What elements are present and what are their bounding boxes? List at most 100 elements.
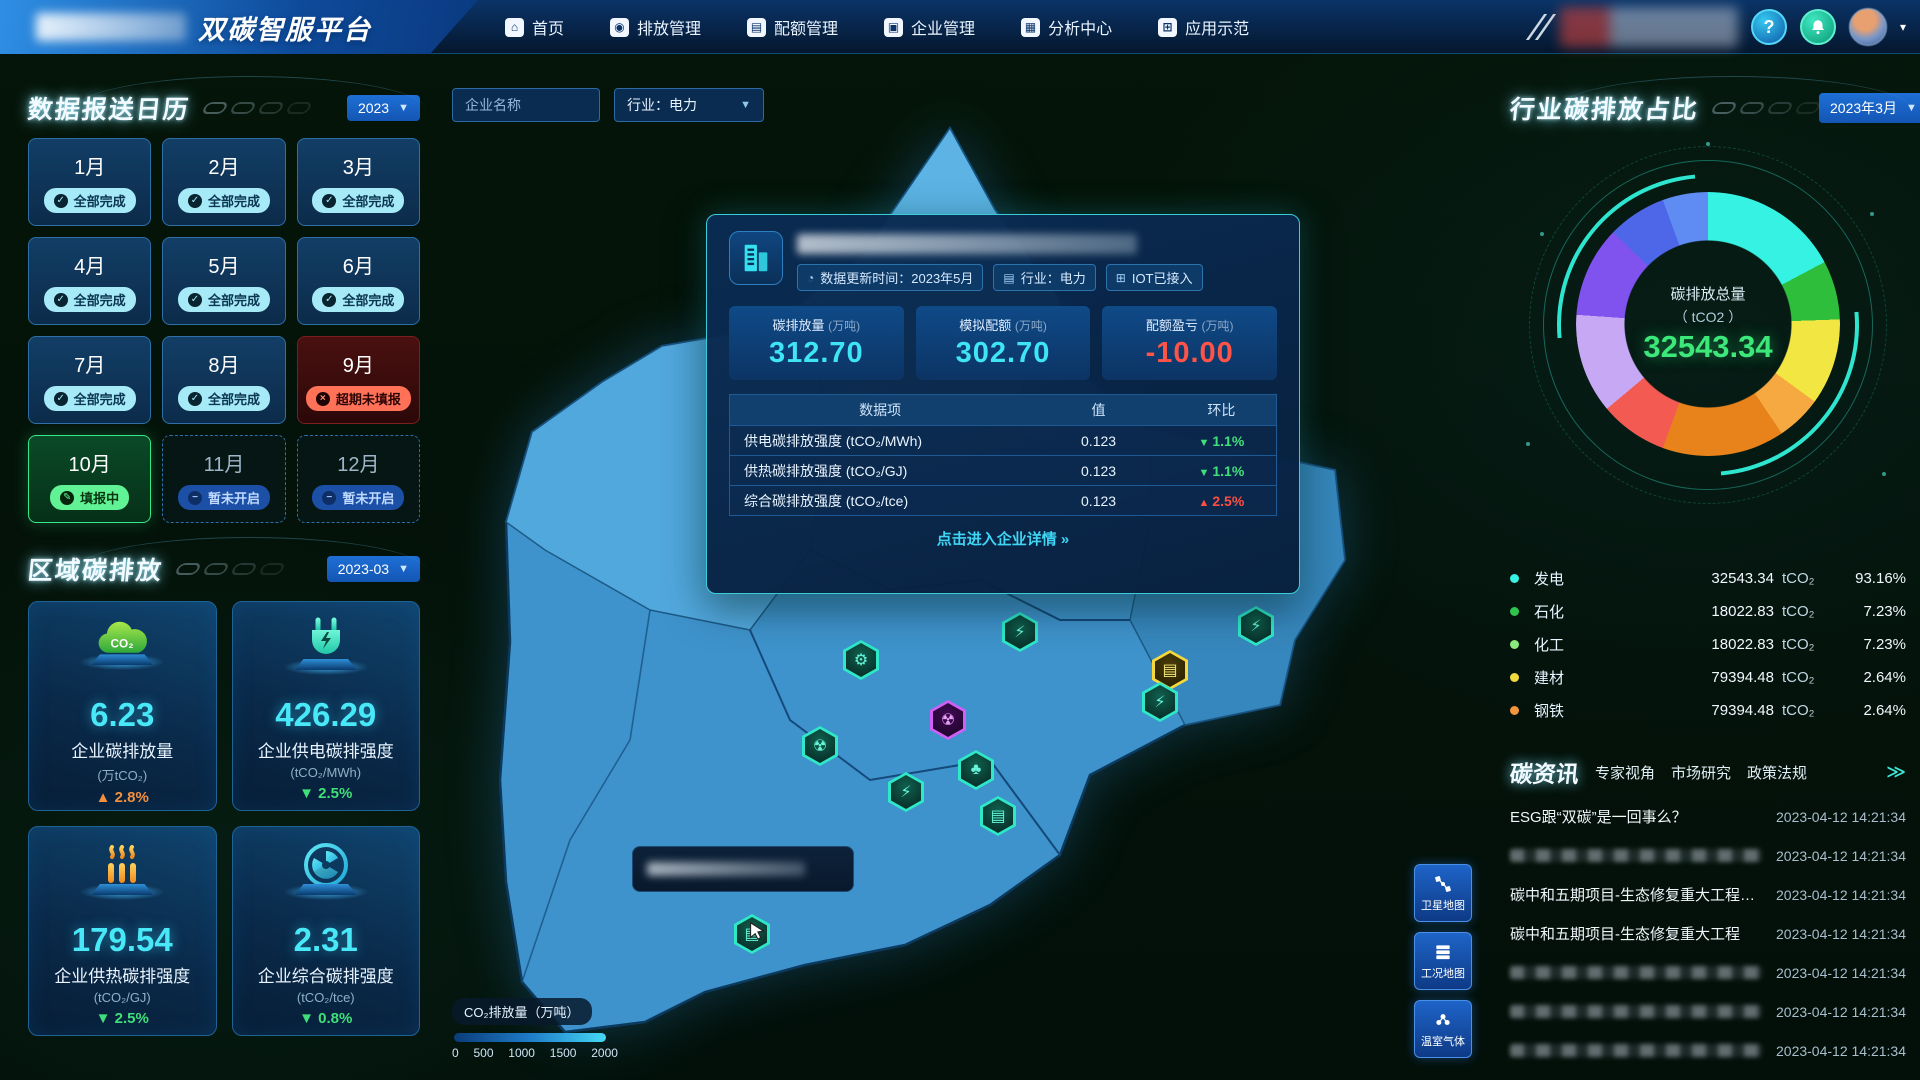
legend-industry-name: 石化	[1534, 601, 1612, 622]
legend-unit: tCO₂	[1774, 603, 1830, 620]
month-label: 9月	[343, 349, 374, 378]
calendar-month-card[interactable]: 1月 ✓ 全部完成	[28, 138, 151, 226]
status-icon: ✓	[188, 392, 202, 406]
region-title: 区域碳排放	[26, 551, 165, 587]
notification-button[interactable]	[1800, 9, 1836, 45]
nav-item-emission[interactable]: ◉ 排放管理	[610, 15, 701, 39]
map-enterprise-marker[interactable]: ☢	[802, 726, 838, 766]
calendar-month-card[interactable]: 6月 ✓ 全部完成	[297, 237, 420, 325]
row-trend: ▼1.1%	[1167, 463, 1276, 479]
map-enterprise-marker[interactable]: ⚙	[843, 640, 879, 680]
calendar-month-card[interactable]: 9月 × 超期未填报	[297, 336, 420, 424]
user-avatar[interactable]	[1849, 8, 1887, 46]
status-icon: −	[322, 491, 336, 505]
industry-filter-select[interactable]: 行业：电力 ▼	[614, 88, 764, 122]
status-icon: ✓	[54, 293, 68, 307]
status-text: 全部完成	[208, 389, 260, 408]
calendar-month-card[interactable]: 7月 ✓ 全部完成	[28, 336, 151, 424]
news-list: ESG跟“双碳”是一回事么？ 2023-04-12 14:21:34 2023-…	[1510, 797, 1906, 1070]
calendar-month-card[interactable]: 10月 ✎ 填报中	[28, 435, 151, 523]
industry-icon: ▤	[1003, 271, 1014, 285]
layer-button-greenhouse-gas[interactable]: 温室气体	[1414, 1000, 1472, 1058]
iot-icon: ⊞	[1116, 271, 1126, 285]
calendar-month-card[interactable]: 4月 ✓ 全部完成	[28, 237, 151, 325]
stat-unit: (tCO₂/MWh)	[290, 765, 361, 780]
icon-pedestal	[80, 654, 164, 670]
news-item[interactable]: 2023-04-12 14:21:34	[1510, 836, 1906, 875]
nav-item-home[interactable]: ⌂ 首页	[505, 15, 564, 39]
legend-row: 化工 18022.83 tCO₂ 7.23%	[1510, 628, 1906, 661]
news-tab-market[interactable]: 市场研究	[1671, 762, 1731, 783]
month-status-badge: − 暂未开启	[312, 485, 404, 510]
legend-label: CO₂排放量（万吨）	[452, 998, 592, 1025]
month-status-badge: ✓ 全部完成	[44, 287, 136, 312]
news-item[interactable]: 碳中和五期项目-生态修复重大工程… 2023-04-12 14:21:34	[1510, 875, 1906, 914]
map-enterprise-marker[interactable]: ⚡	[1238, 606, 1274, 646]
calendar-month-card[interactable]: 11月 − 暂未开启	[162, 435, 285, 523]
calendar-month-card[interactable]: 12月 − 暂未开启	[297, 435, 420, 523]
calendar-month-card[interactable]: 5月 ✓ 全部完成	[162, 237, 285, 325]
news-item[interactable]: 2023-04-12 14:21:34	[1510, 1031, 1906, 1070]
news-item-time: 2023-04-12 14:21:34	[1776, 848, 1906, 864]
news-tab-policy[interactable]: 政策法规	[1747, 762, 1807, 783]
map-enterprise-marker[interactable]: ☢	[930, 700, 966, 740]
nav-item-analysis[interactable]: ▦ 分析中心	[1021, 15, 1112, 39]
status-icon: ✓	[322, 194, 336, 208]
enterprise-detail-link[interactable]: 点击进入企业详情 »	[729, 528, 1277, 549]
news-item-time: 2023-04-12 14:21:34	[1776, 887, 1906, 903]
marker-glyph-icon: ⚡	[1014, 622, 1025, 642]
satellite-icon	[1433, 874, 1453, 894]
news-item[interactable]: 2023-04-12 14:21:34	[1510, 992, 1906, 1031]
status-text: 暂未开启	[208, 488, 260, 507]
trend-arrow-icon: ▲	[1198, 497, 1209, 509]
map-enterprise-marker[interactable]: ♣	[958, 750, 994, 790]
help-button[interactable]: ?	[1751, 9, 1787, 45]
nav-item-enterprise[interactable]: ▣ 企业管理	[884, 15, 975, 39]
legend-value: 79394.48	[1612, 669, 1774, 686]
legend-industry-name: 发电	[1534, 568, 1612, 589]
calendar-month-card[interactable]: 3月 ✓ 全部完成	[297, 138, 420, 226]
map-enterprise-marker[interactable]: ⚡	[1002, 612, 1038, 652]
stat-value: 426.29	[275, 696, 376, 734]
stat-label: 企业综合碳排强度	[258, 962, 394, 987]
legend-value: 79394.48	[1612, 702, 1774, 719]
redacted-news-title	[1510, 1005, 1762, 1018]
company-search-input[interactable]	[452, 88, 600, 122]
status-text: 全部完成	[74, 389, 126, 408]
legend-row: 钢铁 79394.48 tCO₂ 2.64%	[1510, 694, 1906, 727]
status-icon: ✓	[54, 194, 68, 208]
metric-surplus: 配额盈亏 (万吨) -10.00	[1102, 306, 1277, 380]
news-item[interactable]: ESG跟“双碳”是一回事么？ 2023-04-12 14:21:34	[1510, 797, 1906, 836]
news-item[interactable]: 2023-04-12 14:21:34	[1510, 953, 1906, 992]
legend-value: 32543.34	[1612, 570, 1774, 587]
slash-decoration	[1529, 14, 1547, 40]
user-menu-caret[interactable]: ▾	[1900, 20, 1906, 34]
layer-button-industry-status[interactable]: 工况地图	[1414, 932, 1472, 990]
calendar-month-card[interactable]: 2月 ✓ 全部完成	[162, 138, 285, 226]
calendar-year-select[interactable]: 2023 ▼	[347, 95, 420, 121]
nav-item-quota[interactable]: ▤ 配额管理	[747, 15, 838, 39]
calendar-header: 数据报送日历 2023 ▼	[28, 88, 420, 128]
calendar-month-card[interactable]: 8月 ✓ 全部完成	[162, 336, 285, 424]
news-tab-expert[interactable]: 专家视角	[1595, 762, 1655, 783]
news-more-arrow-icon[interactable]: ≫	[1886, 761, 1906, 784]
layer-button-satellite[interactable]: 卫星地图	[1414, 864, 1472, 922]
row-trend: ▼1.1%	[1167, 433, 1276, 449]
popup-tags: ◔ 数据更新时间：2023年5月 ▤ 行业：电力 ⊞ IOT已接入	[797, 264, 1203, 291]
map-enterprise-marker[interactable]: ▤	[980, 796, 1016, 836]
industry-month-select[interactable]: 2023年3月 ▼	[1819, 93, 1920, 123]
news-item[interactable]: 碳中和五期项目-生态修复重大工程 2023-04-12 14:21:34	[1510, 914, 1906, 953]
legend-percentage: 7.23%	[1830, 636, 1906, 653]
industry-title: 行业碳排放占比	[1508, 90, 1701, 126]
calendar-grid: 1月 ✓ 全部完成 2月 ✓ 全部完成 3月 ✓ 全部完成 4月 ✓ 全部完成 …	[28, 138, 420, 523]
nav-item-demo[interactable]: ⊞ 应用示范	[1158, 15, 1249, 39]
left-column: 数据报送日历 2023 ▼ 1月 ✓ 全部完成 2月 ✓ 全部完成 3月 ✓ 全…	[28, 88, 420, 1036]
region-month-select[interactable]: 2023-03 ▼	[327, 556, 420, 582]
top-navigation-bar: 双碳智服平台 ⌂ 首页 ◉ 排放管理 ▤ 配额管理 ▣ 企业管理 ▦ 分析中心	[0, 0, 1920, 54]
month-label: 12月	[337, 448, 379, 477]
stat-unit: (tCO₂/GJ)	[94, 990, 151, 1005]
industry-legend: 发电 32543.34 tCO₂ 93.16% 石化 18022.83 tCO₂…	[1510, 562, 1906, 727]
news-item-time: 2023-04-12 14:21:34	[1776, 965, 1906, 981]
month-label: 8月	[208, 349, 239, 378]
map-enterprise-marker[interactable]: ⚡	[888, 772, 924, 812]
